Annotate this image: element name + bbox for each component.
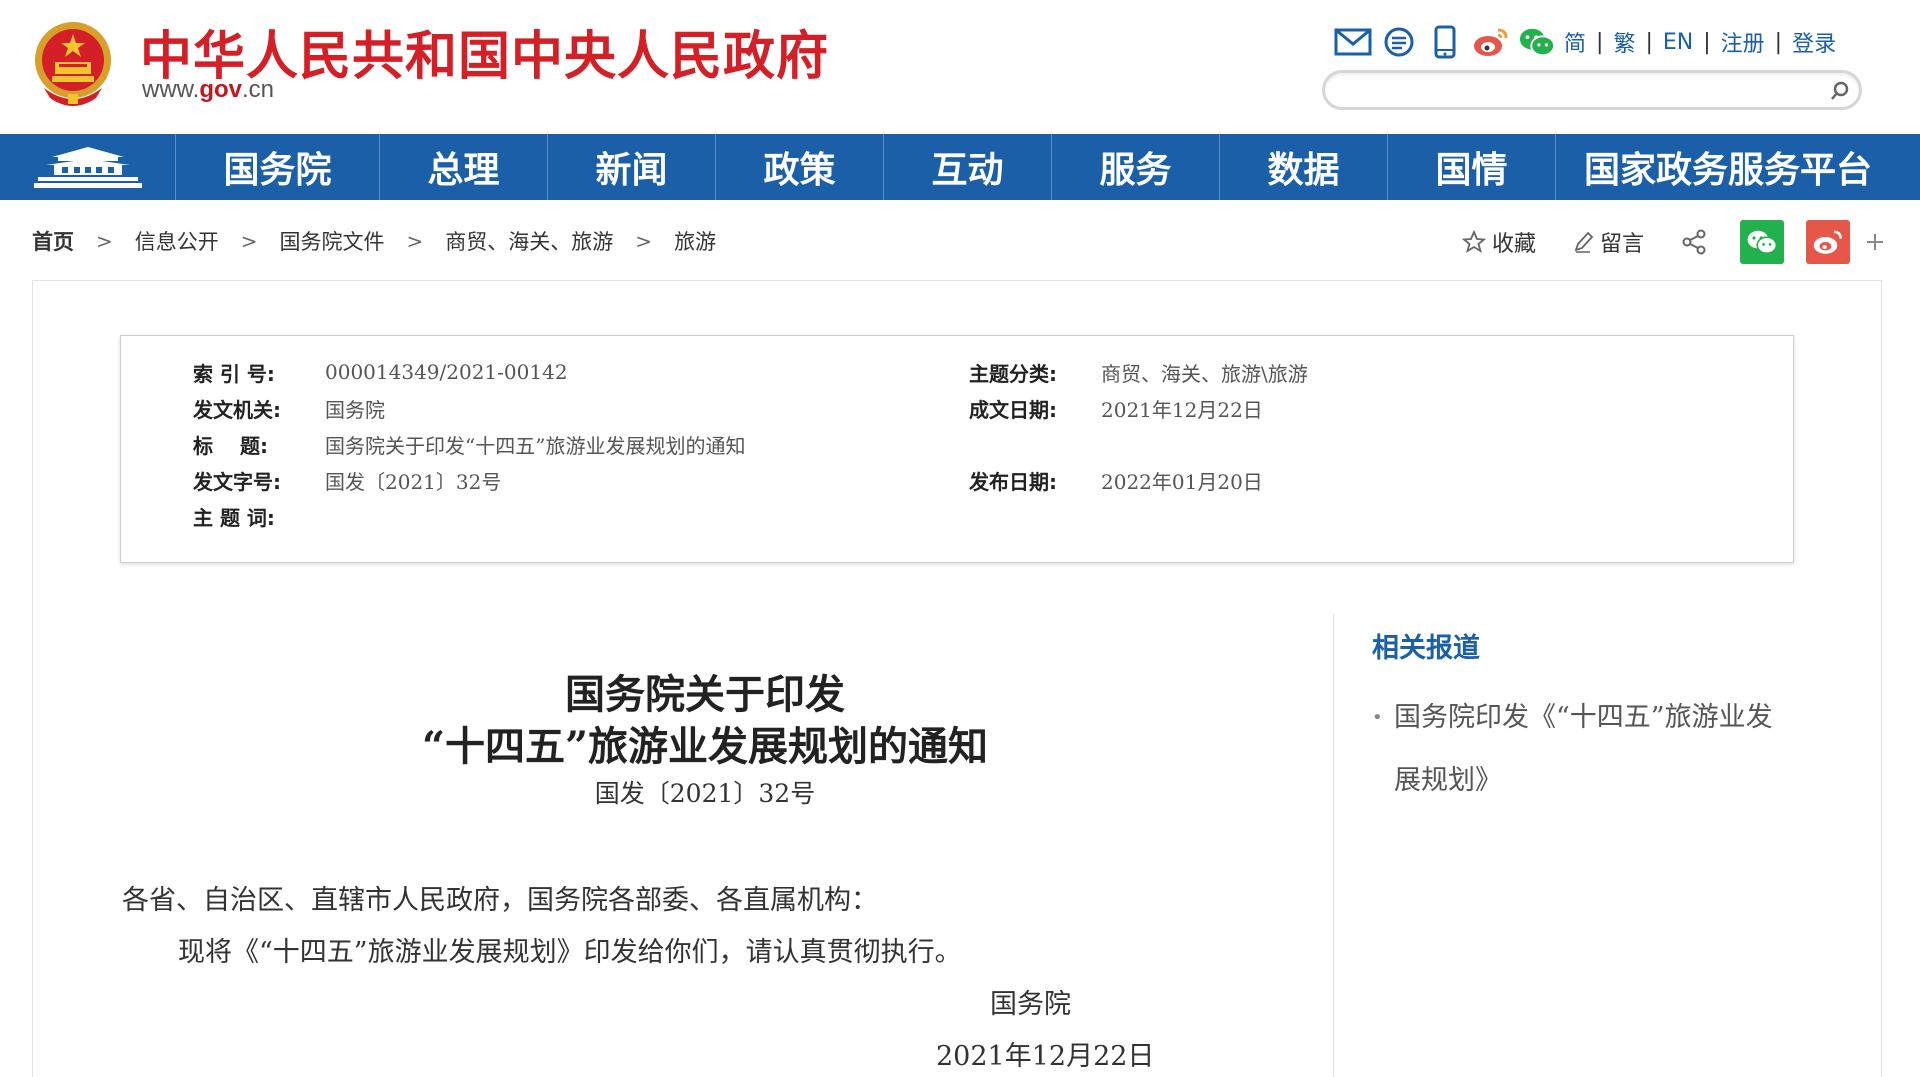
link-separator: | <box>1703 29 1711 55</box>
meta-written-date-label: 成文日期: <box>969 397 1057 422</box>
meta-index-value: 000014349/2021-00142 <box>325 360 568 384</box>
meta-title-label: 标 题: <box>193 433 268 458</box>
mobile-icon[interactable] <box>1426 24 1464 60</box>
article-title-line1: 国务院关于印发 <box>565 671 845 718</box>
favorite-label: 收藏 <box>1492 232 1537 257</box>
pencil-icon <box>1574 231 1594 253</box>
link-separator: | <box>1596 29 1604 55</box>
meta-doc-number-value: 国发〔2021〕32号 <box>325 469 502 494</box>
tiananmen-icon <box>33 147 142 188</box>
link-login[interactable]: 登录 <box>1792 26 1836 58</box>
article-salutation: 各省、自治区、直辖市人民政府，国务院各部委、各直属机构： <box>122 885 878 916</box>
article-doc-number: 国发〔2021〕32号 <box>594 779 816 808</box>
site-url-brand: gov <box>199 76 243 103</box>
meta-title-value: 国务院关于印发“十四五”旅游业发展规划的通知 <box>325 433 746 458</box>
main-nav: 国务院 总理 新闻 政策 互动 服务 数据 国情 国家政务服务平台 <box>0 134 1920 200</box>
search-box <box>1322 70 1862 110</box>
related-reports-title: 相关报道 <box>1372 633 1480 664</box>
article-title-line2: “十四五”旅游业发展规划的通知 <box>421 723 988 770</box>
meta-doc-number-label: 发文字号: <box>193 469 281 494</box>
meta-doc-number-row: 发文字号: 国发〔2021〕32号 <box>193 464 501 496</box>
article-body-paragraph: 现将《“十四五”旅游业发展规划》印发给你们，请认真贯彻执行。 <box>178 937 962 968</box>
link-traditional-chinese[interactable]: 繁 <box>1613 26 1635 58</box>
meta-publish-date-row: 发布日期: 2022年01月20日 <box>969 464 1263 496</box>
comment-button[interactable]: 留言 <box>1572 226 1644 258</box>
meta-issuer-value: 国务院 <box>325 397 385 422</box>
link-separator: | <box>1774 29 1783 55</box>
breadcrumb-home[interactable]: 首页 <box>32 226 74 256</box>
wechat-icon[interactable] <box>1518 24 1556 60</box>
site-url-prefix: www. <box>142 76 200 103</box>
site-url-suffix: .cn <box>242 76 275 103</box>
meta-category-label: 主题分类: <box>969 361 1057 386</box>
top-links: 简 | 繁 | EN | 注册 | 登录 <box>1334 22 1836 62</box>
link-register[interactable]: 注册 <box>1721 26 1765 58</box>
meta-title-row: 标 题: 国务院关于印发“十四五”旅游业发展规划的通知 <box>193 428 745 460</box>
link-simplified-chinese[interactable]: 简 <box>1564 26 1586 58</box>
meta-category-row: 主题分类: 商贸、海关、旅游\旅游 <box>969 356 1308 388</box>
bullet-icon: • <box>1372 707 1383 728</box>
meta-category-value: 商贸、海关、旅游\旅游 <box>1101 361 1308 386</box>
search-icon[interactable] <box>1827 78 1853 104</box>
meta-issuer-label: 发文机关: <box>193 397 281 422</box>
message-icon[interactable] <box>1380 24 1418 60</box>
wechat-share-icon[interactable] <box>1740 220 1785 264</box>
nav-item-interaction[interactable]: 互动 <box>884 134 1052 200</box>
nav-item-national-conditions[interactable]: 国情 <box>1388 134 1556 200</box>
meta-keywords-label: 主 题 词: <box>193 505 275 530</box>
nav-item-news[interactable]: 新闻 <box>548 134 716 200</box>
favorite-button[interactable]: 收藏 <box>1462 226 1536 258</box>
article-signature: 国务院 <box>990 989 1071 1020</box>
meta-publish-date-value: 2022年01月20日 <box>1101 469 1263 494</box>
mail-icon[interactable] <box>1334 24 1372 60</box>
breadcrumb-state-council-docs[interactable]: 国务院文件 <box>280 226 385 256</box>
search-input[interactable] <box>1343 77 1813 103</box>
nav-item-services[interactable]: 服务 <box>1052 134 1220 200</box>
meta-issuer-row: 发文机关: 国务院 <box>193 392 385 424</box>
nav-item-gov-service-platform[interactable]: 国家政务服务平台 <box>1556 134 1900 200</box>
plus-icon[interactable] <box>1864 231 1892 253</box>
meta-publish-date-label: 发布日期: <box>969 469 1057 494</box>
breadcrumb-tourism[interactable]: 旅游 <box>674 226 716 256</box>
national-emblem-logo[interactable] <box>30 18 116 110</box>
weibo-icon[interactable] <box>1472 24 1510 60</box>
chevron-right-icon: > <box>635 229 653 253</box>
article-date: 2021年12月22日 <box>936 1041 1155 1072</box>
meta-index-row: 索 引 号: 000014349/2021-00142 <box>193 356 568 388</box>
site-header: 中华人民共和国中央人民政府 www.gov.cn 简 | 繁 | EN | 注册… <box>0 0 1920 134</box>
nav-home-button[interactable] <box>0 134 176 200</box>
comment-label: 留言 <box>1600 232 1645 257</box>
sidebar-divider <box>1333 614 1334 1077</box>
chevron-right-icon: > <box>240 229 258 253</box>
nav-item-data[interactable]: 数据 <box>1220 134 1388 200</box>
meta-index-label: 索 引 号: <box>193 361 275 386</box>
chevron-right-icon: > <box>96 229 113 253</box>
meta-written-date-value: 2021年12月22日 <box>1101 397 1263 422</box>
share-icon[interactable] <box>1680 228 1714 256</box>
breadcrumb-info-disclosure[interactable]: 信息公开 <box>135 226 219 256</box>
link-english[interactable]: EN <box>1663 30 1693 55</box>
meta-written-date-row: 成文日期: 2021年12月22日 <box>969 392 1263 424</box>
star-icon <box>1462 230 1486 253</box>
share-toolbar: 收藏 留言 <box>1462 220 1892 264</box>
meta-keywords-row: 主 题 词: <box>193 500 325 532</box>
site-url[interactable]: www.gov.cn <box>142 76 274 104</box>
nav-item-state-council[interactable]: 国务院 <box>176 134 380 200</box>
link-separator: | <box>1645 29 1653 55</box>
breadcrumb-commerce-customs-tourism[interactable]: 商贸、海关、旅游 <box>445 226 613 256</box>
related-report-link[interactable]: • 国务院印发《“十四五”旅游业发展规划》 <box>1372 686 1792 812</box>
document-metadata-panel: 索 引 号: 000014349/2021-00142 发文机关: 国务院 标 … <box>120 335 1794 563</box>
nav-item-policies[interactable]: 政策 <box>716 134 884 200</box>
breadcrumb: 首页 > 信息公开 > 国务院文件 > 商贸、海关、旅游 > 旅游 <box>32 226 716 256</box>
weibo-share-icon[interactable] <box>1806 220 1851 264</box>
nav-item-premier[interactable]: 总理 <box>380 134 548 200</box>
related-report-text: 国务院印发《“十四五”旅游业发展规划》 <box>1394 702 1773 796</box>
chevron-right-icon: > <box>406 229 424 253</box>
